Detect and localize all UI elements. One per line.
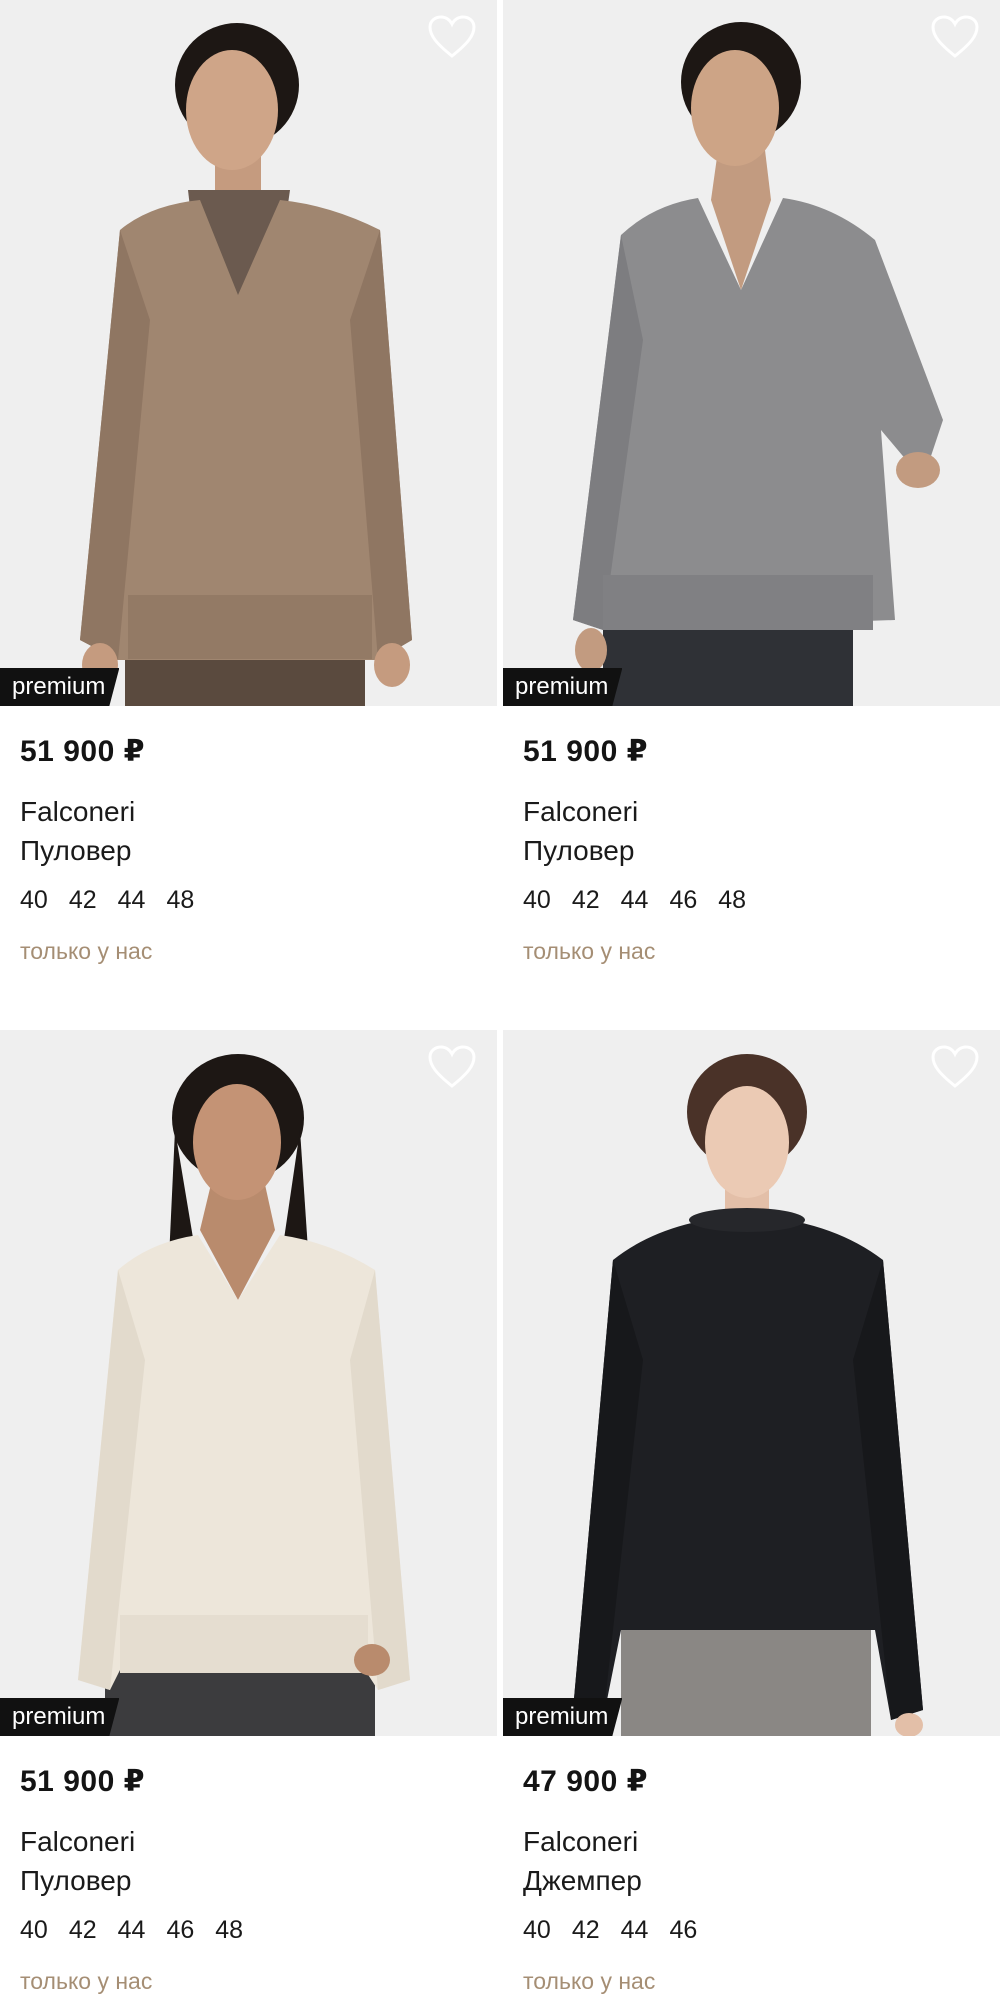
product-brand[interactable]: Falconeri: [20, 796, 135, 828]
product-image[interactable]: premium: [0, 0, 497, 706]
product-price: 47 900 ₽: [523, 1765, 648, 1798]
size-option[interactable]: 46: [669, 886, 697, 915]
size-list: 40 42 44 46 48: [20, 1916, 243, 1945]
product-image[interactable]: premium: [503, 0, 1000, 706]
exclusive-label: только у нас: [523, 938, 656, 964]
size-option[interactable]: 42: [69, 1916, 97, 1945]
size-list: 40 42 44 46 48: [523, 886, 746, 915]
product-type[interactable]: Пуловер: [20, 835, 131, 867]
favorite-heart-icon[interactable]: [427, 1044, 477, 1090]
size-option[interactable]: 44: [118, 886, 146, 915]
product-type[interactable]: Пуловер: [523, 835, 634, 867]
model-grey-pullover-illustration: [503, 0, 1000, 706]
size-option[interactable]: 48: [718, 886, 746, 915]
product-image[interactable]: premium: [0, 1030, 497, 1736]
premium-badge: premium: [0, 1698, 119, 1736]
product-card[interactable]: premium 47 900 ₽ Falconeri Джемпер 40 42…: [503, 1030, 1000, 2006]
size-list: 40 42 44 46: [523, 1916, 697, 1945]
size-option[interactable]: 44: [118, 1916, 146, 1945]
size-option[interactable]: 44: [621, 1916, 649, 1945]
size-option[interactable]: 40: [20, 1916, 48, 1945]
product-price: 51 900 ₽: [523, 735, 648, 768]
exclusive-label: только у нас: [20, 1968, 153, 1994]
product-type[interactable]: Джемпер: [523, 1865, 642, 1897]
product-card[interactable]: premium 51 900 ₽ Falconeri Пуловер 40 42…: [0, 1030, 497, 2006]
size-list: 40 42 44 48: [20, 886, 194, 915]
size-option[interactable]: 46: [669, 1916, 697, 1945]
product-image[interactable]: premium: [503, 1030, 1000, 1736]
product-type[interactable]: Пуловер: [20, 1865, 131, 1897]
product-grid: premium 51 900 ₽ Falconeri Пуловер 40 42…: [0, 0, 1000, 2006]
size-option[interactable]: 42: [69, 886, 97, 915]
premium-badge: premium: [503, 668, 622, 706]
favorite-heart-icon[interactable]: [427, 14, 477, 60]
product-card[interactable]: premium 51 900 ₽ Falconeri Пуловер 40 42…: [503, 0, 1000, 1020]
product-brand[interactable]: Falconeri: [523, 1826, 638, 1858]
product-price: 51 900 ₽: [20, 1765, 145, 1798]
size-option[interactable]: 48: [166, 886, 194, 915]
exclusive-label: только у нас: [20, 938, 153, 964]
product-card[interactable]: premium 51 900 ₽ Falconeri Пуловер 40 42…: [0, 0, 497, 1020]
size-option[interactable]: 42: [572, 1916, 600, 1945]
size-option[interactable]: 40: [523, 1916, 551, 1945]
product-brand[interactable]: Falconeri: [20, 1826, 135, 1858]
size-option[interactable]: 40: [523, 886, 551, 915]
premium-badge: premium: [0, 668, 119, 706]
premium-badge: premium: [503, 1698, 622, 1736]
size-option[interactable]: 46: [166, 1916, 194, 1945]
model-black-jumper-illustration: [503, 1030, 1000, 1736]
exclusive-label: только у нас: [523, 1968, 656, 1994]
product-price: 51 900 ₽: [20, 735, 145, 768]
size-option[interactable]: 48: [215, 1916, 243, 1945]
favorite-heart-icon[interactable]: [930, 14, 980, 60]
model-cream-pullover-illustration: [0, 1030, 497, 1736]
size-option[interactable]: 40: [20, 886, 48, 915]
favorite-heart-icon[interactable]: [930, 1044, 980, 1090]
size-option[interactable]: 44: [621, 886, 649, 915]
product-brand[interactable]: Falconeri: [523, 796, 638, 828]
model-camel-pullover-illustration: [0, 0, 497, 706]
size-option[interactable]: 42: [572, 886, 600, 915]
